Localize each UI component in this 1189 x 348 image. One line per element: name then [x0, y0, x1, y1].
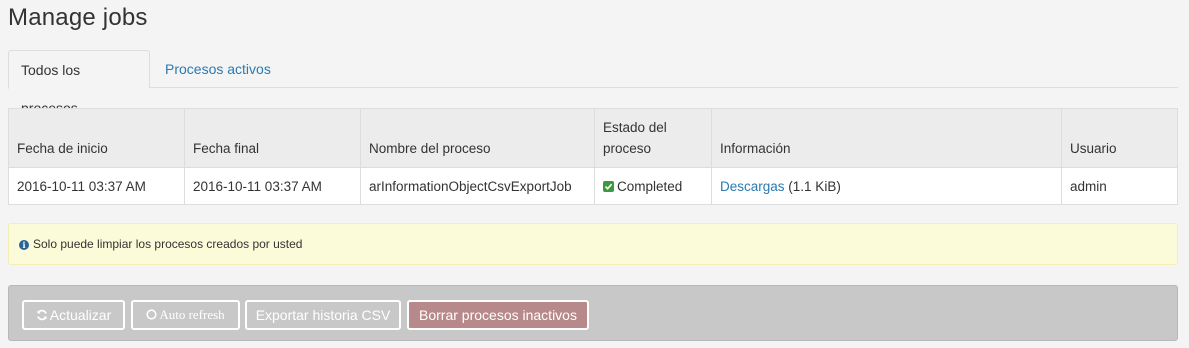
- tab-all-processes[interactable]: Todos los procesos: [8, 50, 150, 116]
- refresh-icon: [36, 303, 48, 329]
- refresh-label: Actualizar: [49, 307, 112, 323]
- status-text: Completed: [617, 178, 683, 194]
- actions-bar: Actualizar Auto refresh Exportar histori…: [8, 285, 1178, 341]
- page-title: Manage jobs: [8, 4, 148, 31]
- delete-inactive-button[interactable]: Borrar procesos inactivos: [407, 300, 589, 330]
- refresh-button[interactable]: Actualizar: [22, 300, 125, 330]
- column-header-process-name[interactable]: Nombre del proceso: [360, 108, 595, 168]
- info-alert: i Solo puede limpiar los procesos creados…: [8, 223, 1178, 265]
- column-header-user[interactable]: Usuario: [1061, 108, 1178, 168]
- cell-information: Descargas (1.1 KiB): [711, 167, 1062, 205]
- column-header-start-date[interactable]: Fecha de inicio: [8, 108, 185, 168]
- auto-refresh-button[interactable]: Auto refresh: [131, 300, 240, 330]
- cell-end-date: 2016-10-11 03:37 AM: [184, 167, 361, 205]
- check-icon: [603, 180, 614, 192]
- jobs-table: Fecha de inicio Fecha final Nombre del p…: [8, 108, 1178, 205]
- cell-start-date: 2016-10-11 03:37 AM: [8, 167, 185, 205]
- column-header-information[interactable]: Información: [711, 108, 1062, 168]
- downloads-link[interactable]: Descargas: [720, 179, 785, 194]
- alert-text: Solo puede limpiar los procesos creados …: [33, 237, 303, 251]
- export-csv-button[interactable]: Exportar historia CSV: [245, 300, 401, 330]
- circle-icon: [146, 302, 157, 328]
- cell-status: Completed: [594, 167, 712, 205]
- table-row: 2016-10-11 03:37 AM 2016-10-11 03:37 AM …: [8, 167, 1178, 205]
- table-header-row: Fecha de inicio Fecha final Nombre del p…: [8, 108, 1178, 168]
- file-size: (1.1 KiB): [788, 178, 841, 194]
- cell-process-name: arInformationObjectCsvExportJob: [360, 167, 595, 205]
- column-header-end-date[interactable]: Fecha final: [184, 108, 361, 168]
- tab-bar: Todos los procesos Procesos activos: [8, 50, 1178, 116]
- auto-refresh-label: Auto refresh: [159, 307, 225, 322]
- tab-active-processes[interactable]: Procesos activos: [153, 50, 283, 88]
- cell-user: admin: [1061, 167, 1178, 205]
- info-icon: i: [19, 240, 29, 250]
- column-header-status[interactable]: Estado del proceso: [594, 108, 712, 168]
